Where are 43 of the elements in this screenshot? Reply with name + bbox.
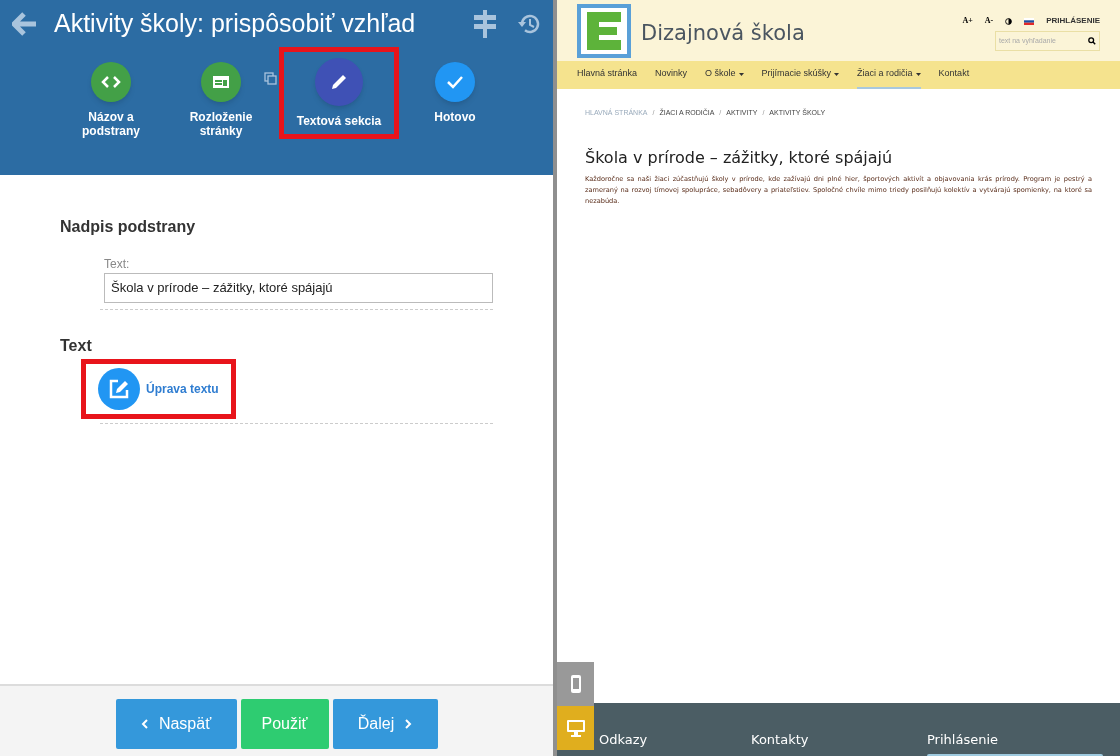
window-title: Aktivity školy: prispôsobiť vzhľad <box>54 8 416 40</box>
text-size-button[interactable]: A+ <box>962 15 973 27</box>
copy-icon[interactable] <box>264 72 277 85</box>
nav-link[interactable]: Hlavná stránka <box>577 61 638 89</box>
section-heading: Text <box>60 336 93 356</box>
step-label[interactable]: Textová sekcia <box>291 114 387 128</box>
nav-link[interactable]: Novinky <box>655 61 688 89</box>
search-icon[interactable] <box>1088 37 1096 45</box>
caret-icon <box>738 72 744 76</box>
nav-link[interactable]: Prijímacie skúšky <box>761 61 840 89</box>
field-label: Text: <box>104 256 131 273</box>
step-label[interactable]: Rozloženie stránky <box>173 110 269 138</box>
footer-heading: Prihlásenie <box>927 731 999 749</box>
logo-icon[interactable] <box>577 4 631 58</box>
step-button[interactable] <box>435 62 475 102</box>
nav-link[interactable]: O škole <box>705 61 744 89</box>
flag-icon[interactable] <box>1024 17 1035 25</box>
site-name[interactable]: Dizajnová škola <box>641 18 805 50</box>
contrast-icon[interactable] <box>1005 17 1013 25</box>
text-size-button[interactable]: A- <box>984 15 994 27</box>
section-heading: Nadpis podstrany <box>60 217 197 237</box>
page-heading: Škola v prírode – zážitky, ktoré spájajú <box>585 146 894 169</box>
footer-heading: Kontakty <box>751 731 810 749</box>
step-button[interactable] <box>201 62 241 102</box>
step-label[interactable]: Hotovo <box>407 110 503 124</box>
footer-heading: Odkazy <box>599 731 649 749</box>
nav-link[interactable]: Kontakt <box>938 61 970 89</box>
edit-text-button[interactable]: Úprava textu <box>98 368 219 410</box>
history-icon[interactable] <box>517 12 541 36</box>
text-field[interactable]: Škola v prírode – zážitky, ktoré spájajú <box>104 273 493 303</box>
login-link[interactable]: PRIHLÁSENIE <box>1046 15 1100 27</box>
step-label[interactable]: Názov a podstrany <box>63 110 159 138</box>
signpost-icon[interactable] <box>473 10 497 38</box>
caret-icon <box>834 72 840 76</box>
chevron-icon <box>140 718 149 730</box>
back-arrow-icon[interactable] <box>12 12 38 36</box>
step-button[interactable] <box>91 62 131 102</box>
caret-icon <box>915 72 921 76</box>
nav-link[interactable]: Žiaci a rodičia <box>857 61 921 89</box>
mobile-view-button[interactable] <box>557 662 594 706</box>
chevron-icon <box>404 718 413 730</box>
edit-icon <box>98 368 140 410</box>
step-button[interactable] <box>315 58 363 106</box>
